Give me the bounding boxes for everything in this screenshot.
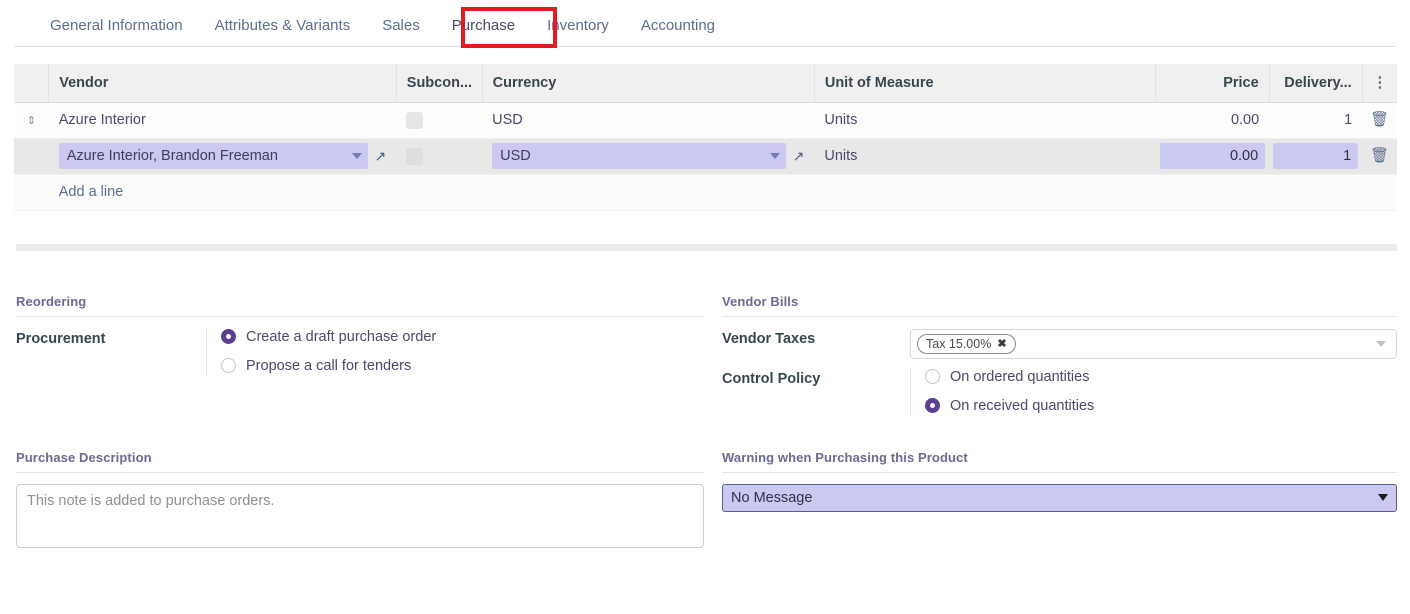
row-drag-handle[interactable] bbox=[14, 138, 49, 174]
cell-subcontracted[interactable] bbox=[396, 102, 482, 138]
vendor-taxes-label: Vendor Taxes bbox=[722, 329, 910, 347]
subcontracted-checkbox[interactable] bbox=[406, 112, 423, 129]
radio-label: On ordered quantities bbox=[950, 369, 1089, 385]
section-gutter bbox=[704, 450, 722, 548]
delivery-lead-time-input[interactable]: 1 bbox=[1273, 143, 1358, 169]
currency-field-value: USD bbox=[500, 148, 763, 164]
add-a-line-button[interactable]: Add a line bbox=[59, 184, 124, 200]
col-header-delivery[interactable]: Delivery... bbox=[1269, 64, 1362, 102]
chevron-down-icon[interactable] bbox=[352, 153, 362, 159]
control-policy-label: Control Policy bbox=[722, 369, 910, 387]
reordering-section-title: Reordering bbox=[16, 294, 704, 317]
col-header-unit-of-measure[interactable]: Unit of Measure bbox=[814, 64, 1155, 102]
remove-tag-icon[interactable]: ✖ bbox=[997, 336, 1006, 352]
col-header-options[interactable]: ⋮ bbox=[1362, 64, 1397, 102]
radio-label: On received quantities bbox=[950, 398, 1094, 414]
control-policy-field-row: Control Policy On ordered quantities On … bbox=[722, 369, 1397, 414]
cell-price[interactable]: 0.00 bbox=[1156, 138, 1269, 174]
tab-general-information[interactable]: General Information bbox=[34, 18, 199, 47]
row-drag-handle[interactable]: ⇕ bbox=[14, 102, 49, 138]
purchase-warning-selected-value: No Message bbox=[731, 490, 1378, 506]
external-link-icon[interactable]: ↗ bbox=[375, 149, 387, 163]
procurement-radio-group: Create a draft purchase order Propose a … bbox=[206, 329, 704, 374]
cell-currency[interactable]: USD ↗ bbox=[482, 138, 814, 174]
purchase-warning-select[interactable]: No Message bbox=[722, 484, 1397, 512]
cell-currency[interactable]: USD bbox=[482, 102, 814, 138]
radio-propose-call-for-tenders[interactable]: Propose a call for tenders bbox=[221, 358, 704, 374]
cell-vendor[interactable]: Azure Interior bbox=[49, 102, 397, 138]
control-policy-radio-group: On ordered quantities On received quanti… bbox=[910, 369, 1397, 414]
radio-on-received-quantities[interactable]: On received quantities bbox=[925, 398, 1397, 414]
chevron-down-icon[interactable] bbox=[1376, 341, 1386, 347]
tax-tag-label: Tax 15.00% bbox=[926, 336, 991, 352]
section-separator-bar bbox=[16, 244, 1397, 251]
purchase-warning-section: Warning when Purchasing this Product No … bbox=[722, 450, 1397, 548]
table-row[interactable]: ⇕ Azure Interior USD Units 0.00 1 🗑 bbox=[14, 102, 1397, 138]
cell-delivery[interactable]: 1 bbox=[1269, 102, 1362, 138]
radio-selected-icon[interactable] bbox=[221, 329, 236, 344]
purchase-warning-title: Warning when Purchasing this Product bbox=[722, 450, 1397, 473]
table-row[interactable]: Azure Interior, Brandon Freeman ↗ USD bbox=[14, 138, 1397, 174]
radio-label: Propose a call for tenders bbox=[246, 358, 411, 374]
options-kebab-icon[interactable]: ⋮ bbox=[1372, 75, 1387, 90]
col-header-price[interactable]: Price bbox=[1156, 64, 1269, 102]
section-gutter bbox=[704, 294, 722, 414]
chevron-down-icon[interactable] bbox=[770, 153, 780, 159]
cell-subcontracted[interactable] bbox=[396, 138, 482, 174]
vendor-pricelist-table: Vendor Subcon... Currency Unit of Measur… bbox=[14, 64, 1397, 211]
cell-delete[interactable]: 🗑 bbox=[1362, 102, 1397, 138]
tab-attributes-variants[interactable]: Attributes & Variants bbox=[199, 18, 367, 47]
subcontracted-checkbox[interactable] bbox=[406, 148, 423, 165]
cell-delivery[interactable]: 1 bbox=[1269, 138, 1362, 174]
currency-field[interactable]: USD bbox=[492, 143, 785, 169]
chevron-down-icon[interactable] bbox=[1378, 494, 1388, 501]
procurement-label: Procurement bbox=[16, 329, 206, 347]
radio-unselected-icon[interactable] bbox=[221, 358, 236, 373]
tab-sales[interactable]: Sales bbox=[366, 18, 436, 47]
price-input[interactable]: 0.00 bbox=[1160, 143, 1265, 169]
delete-row-icon[interactable]: 🗑 bbox=[1370, 148, 1389, 163]
settings-sections: Reordering Procurement Create a draft pu… bbox=[16, 294, 1397, 414]
notebook-tabbar: General Information Attributes & Variant… bbox=[14, 0, 1396, 47]
radio-unselected-icon[interactable] bbox=[925, 369, 940, 384]
vendor-taxes-field-row: Vendor Taxes Tax 15.00% ✖ bbox=[722, 329, 1397, 359]
cell-unit-of-measure: Units bbox=[814, 138, 1155, 174]
add-line-cell[interactable]: Add a line bbox=[49, 174, 1397, 210]
vendor-field-value: Azure Interior, Brandon Freeman bbox=[67, 148, 346, 164]
col-header-vendor[interactable]: Vendor bbox=[49, 64, 397, 102]
purchase-description-textarea[interactable]: This note is added to purchase orders. bbox=[16, 484, 704, 548]
cell-unit-of-measure[interactable]: Units bbox=[814, 102, 1155, 138]
col-header-subcontracted[interactable]: Subcon... bbox=[396, 64, 482, 102]
vendor-pricelist-table-wrapper: Vendor Subcon... Currency Unit of Measur… bbox=[14, 64, 1397, 211]
vendor-taxes-input[interactable]: Tax 15.00% ✖ bbox=[910, 329, 1397, 359]
add-line-row[interactable]: Add a line bbox=[14, 174, 1397, 210]
tab-purchase[interactable]: Purchase bbox=[436, 18, 531, 47]
radio-label: Create a draft purchase order bbox=[246, 329, 436, 345]
reordering-section: Reordering Procurement Create a draft pu… bbox=[16, 294, 704, 414]
cell-delete[interactable]: 🗑 bbox=[1362, 138, 1397, 174]
vendor-bills-section-title: Vendor Bills bbox=[722, 294, 1397, 317]
vendor-field[interactable]: Azure Interior, Brandon Freeman bbox=[59, 143, 368, 169]
radio-create-draft-purchase-order[interactable]: Create a draft purchase order bbox=[221, 329, 704, 345]
external-link-icon[interactable]: ↗ bbox=[793, 149, 805, 163]
tab-accounting[interactable]: Accounting bbox=[625, 18, 731, 47]
vendor-bills-section: Vendor Bills Vendor Taxes Tax 15.00% ✖ C… bbox=[722, 294, 1397, 414]
purchase-description-section: Purchase Description This note is added … bbox=[16, 450, 704, 548]
col-header-currency[interactable]: Currency bbox=[482, 64, 814, 102]
procurement-field-row: Procurement Create a draft purchase orde… bbox=[16, 329, 704, 374]
bottom-sections: Purchase Description This note is added … bbox=[16, 450, 1397, 548]
purchase-description-title: Purchase Description bbox=[16, 450, 704, 473]
cell-vendor[interactable]: Azure Interior, Brandon Freeman ↗ bbox=[49, 138, 397, 174]
delete-row-icon[interactable]: 🗑 bbox=[1370, 112, 1389, 127]
cell-price[interactable]: 0.00 bbox=[1156, 102, 1269, 138]
drag-handle-icon[interactable]: ⇕ bbox=[27, 116, 36, 127]
radio-selected-icon[interactable] bbox=[925, 398, 940, 413]
col-header-handle bbox=[14, 64, 49, 102]
tab-inventory[interactable]: Inventory bbox=[531, 18, 625, 47]
table-header-row: Vendor Subcon... Currency Unit of Measur… bbox=[14, 64, 1397, 102]
vendor-taxes-control: Tax 15.00% ✖ bbox=[910, 329, 1397, 359]
radio-on-ordered-quantities[interactable]: On ordered quantities bbox=[925, 369, 1397, 385]
tax-tag[interactable]: Tax 15.00% ✖ bbox=[917, 334, 1016, 354]
add-line-spacer bbox=[14, 174, 49, 210]
